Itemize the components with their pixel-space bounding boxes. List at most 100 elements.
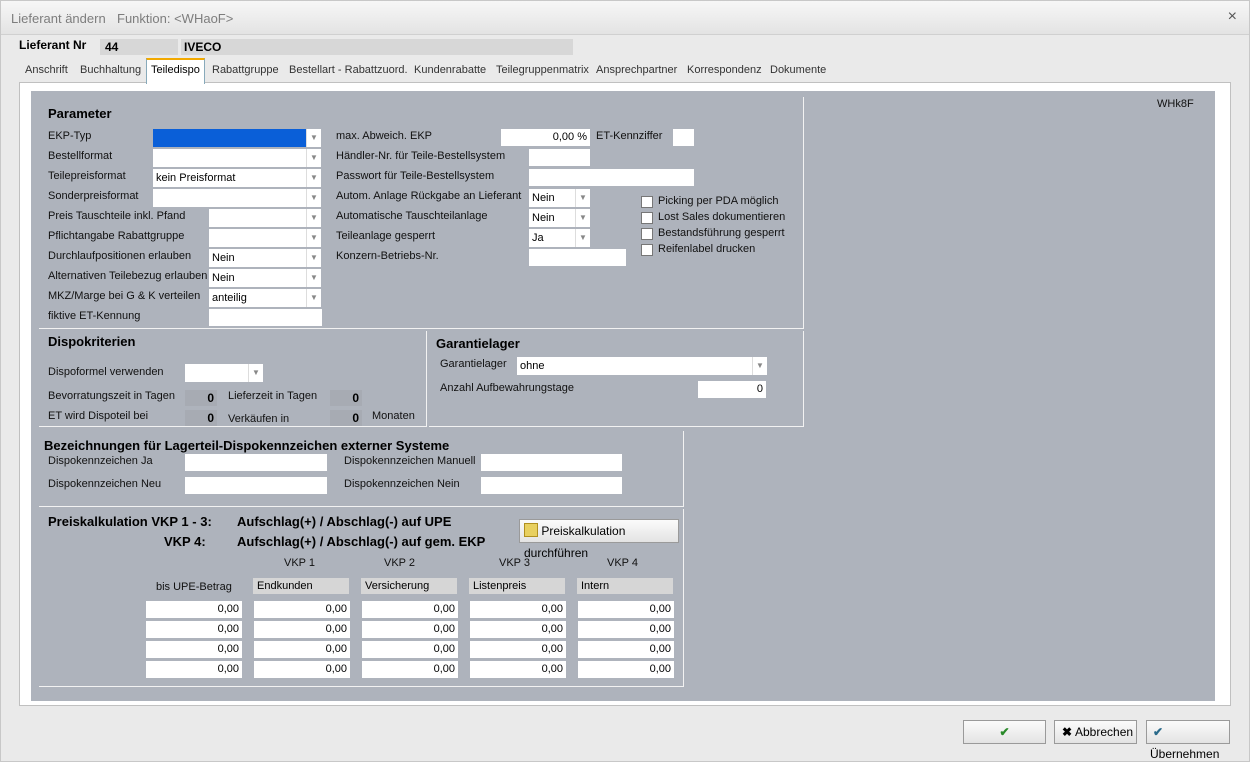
dispo-neu-label: Dispokennzeichen Neu <box>48 478 162 490</box>
garantie-title: Garantielager <box>436 336 520 351</box>
parameter-title: Parameter <box>48 106 112 121</box>
chevron-down-icon[interactable]: ▼ <box>575 189 590 207</box>
preis-cell[interactable]: 0,00 <box>254 621 350 638</box>
preis-cell[interactable]: 0,00 <box>362 661 458 678</box>
chevron-down-icon[interactable]: ▼ <box>248 364 263 382</box>
konzern-input[interactable] <box>529 249 626 266</box>
endkunden-header: Endkunden <box>253 578 349 594</box>
cancel-button[interactable]: ✖ Abbrechen <box>1054 720 1137 744</box>
chevron-down-icon[interactable]: ▼ <box>306 129 321 147</box>
tab-bar: Anschrift Buchhaltung Teiledispo Rabattg… <box>19 58 1229 84</box>
autom-anlage-select[interactable]: Nein ▼ <box>529 189 590 207</box>
tab-dokumente[interactable]: Dokumente <box>766 62 830 82</box>
preis-title-1: Preiskalkulation VKP 1 - 3: <box>48 514 212 529</box>
teileanlage-gesperrt-select[interactable]: Ja ▼ <box>529 229 590 247</box>
preis-cell[interactable]: 0,00 <box>254 661 350 678</box>
tab-teiledispo[interactable]: Teiledispo <box>146 58 205 84</box>
chevron-down-icon[interactable]: ▼ <box>306 149 321 167</box>
chevron-down-icon[interactable]: ▼ <box>575 229 590 247</box>
preis-cell[interactable]: 0,00 <box>578 661 674 678</box>
preis-cell[interactable]: 0,00 <box>578 621 674 638</box>
dispo-manuell-input[interactable] <box>481 454 622 471</box>
preis-cell[interactable]: 0,00 <box>146 661 242 678</box>
picking-pda-checkbox[interactable] <box>641 196 653 208</box>
preis-tauschteile-select[interactable]: ▼ <box>209 209 321 227</box>
et-dispoteil-label: ET wird Dispoteil bei <box>48 410 149 422</box>
dispo-ja-input[interactable] <box>185 454 327 471</box>
lieferzeit-value: 0 <box>330 390 362 406</box>
preis-cell[interactable]: 0,00 <box>362 601 458 618</box>
max-abweich-input[interactable]: 0,00 % <box>501 129 590 146</box>
chevron-down-icon[interactable]: ▼ <box>575 209 590 227</box>
ekp-typ-select[interactable]: ▼ <box>153 129 321 147</box>
preis-cell[interactable]: 0,00 <box>146 621 242 638</box>
preis-cell[interactable]: 0,00 <box>254 601 350 618</box>
dispoformel-select[interactable]: ▼ <box>185 364 263 382</box>
tab-rabattgruppe[interactable]: Rabattgruppe <box>208 62 283 82</box>
teilepreisformat-select[interactable]: kein Preisformat ▼ <box>153 169 321 187</box>
lost-sales-checkbox[interactable] <box>641 212 653 224</box>
tauschteil-select[interactable]: Nein ▼ <box>529 209 590 227</box>
preis-cell[interactable]: 0,00 <box>470 601 566 618</box>
pflichtangabe-select[interactable]: ▼ <box>209 229 321 247</box>
apply-button[interactable]: ✔Übernehmen <box>1146 720 1230 761</box>
chevron-down-icon[interactable]: ▼ <box>306 189 321 207</box>
preis-cell[interactable]: 0,00 <box>470 621 566 638</box>
tab-ansprechpartner[interactable]: Ansprechpartner <box>592 62 681 82</box>
chevron-down-icon[interactable]: ▼ <box>752 357 767 375</box>
chevron-down-icon[interactable]: ▼ <box>306 229 321 247</box>
durchlauf-select[interactable]: Nein ▼ <box>209 249 321 267</box>
passwort-input[interactable] <box>529 169 694 186</box>
chevron-down-icon[interactable]: ▼ <box>306 289 321 307</box>
alternativen-label: Alternativen Teilebezug erlauben <box>48 270 208 282</box>
ekp-typ-label: EKP-Typ <box>48 130 92 142</box>
mkz-marge-select[interactable]: anteilig ▼ <box>209 289 321 307</box>
max-abweich-label: max. Abweich. EKP <box>336 130 432 142</box>
tab-korrespondenz[interactable]: Korrespondenz <box>683 62 766 82</box>
preis-cell[interactable]: 0,00 <box>470 641 566 658</box>
garantielager-label: Garantielager <box>440 358 507 370</box>
lieferzeit-label: Lieferzeit in Tagen <box>228 390 318 402</box>
sonderpreisformat-select[interactable]: ▼ <box>153 189 321 207</box>
tab-buchhaltung[interactable]: Buchhaltung <box>76 62 145 82</box>
garantielager-select[interactable]: ohne ▼ <box>517 357 767 375</box>
tab-teilegruppenmatrix[interactable]: Teilegruppenmatrix <box>492 62 593 82</box>
reifenlabel-label: Reifenlabel drucken <box>658 243 756 255</box>
bestandsfuehrung-label: Bestandsführung gesperrt <box>658 227 785 239</box>
window-title: Lieferant ändern <box>11 11 106 26</box>
alternativen-select[interactable]: Nein ▼ <box>209 269 321 287</box>
chevron-down-icon[interactable]: ▼ <box>306 169 321 187</box>
aufbewahrung-input[interactable]: 0 <box>698 381 766 398</box>
preis-cell[interactable]: 0,00 <box>362 621 458 638</box>
fiktive-et-input[interactable] <box>209 309 322 326</box>
dispo-nein-input[interactable] <box>481 477 622 494</box>
dialog-window: Lieferant ändern Funktion: <WHaoF> × Lie… <box>0 0 1250 762</box>
chevron-down-icon[interactable]: ▼ <box>306 249 321 267</box>
reifenlabel-checkbox[interactable] <box>641 244 653 256</box>
picking-pda-label: Picking per PDA möglich <box>658 195 779 207</box>
tab-bestellart-rabattzuord[interactable]: Bestellart - Rabattzuord. <box>285 62 412 82</box>
haendler-nr-input[interactable] <box>529 149 590 166</box>
tab-anschrift[interactable]: Anschrift <box>21 62 72 82</box>
et-kennziffer-input[interactable] <box>673 129 694 146</box>
sonderpreisformat-label: Sonderpreisformat <box>48 190 139 202</box>
chevron-down-icon[interactable]: ▼ <box>306 269 321 287</box>
preis-cell[interactable]: 0,00 <box>146 601 242 618</box>
close-icon[interactable]: × <box>1228 8 1237 26</box>
vkp1-head: VKP 1 <box>284 557 315 569</box>
preis-cell[interactable]: 0,00 <box>578 601 674 618</box>
preis-cell[interactable]: 0,00 <box>254 641 350 658</box>
ok-button[interactable]: ✔ <box>963 720 1046 744</box>
bestandsfuehrung-checkbox[interactable] <box>641 228 653 240</box>
bestellformat-select[interactable]: ▼ <box>153 149 321 167</box>
preis-cell[interactable]: 0,00 <box>578 641 674 658</box>
preis-cell[interactable]: 0,00 <box>362 641 458 658</box>
listenpreis-header: Listenpreis <box>469 578 565 594</box>
dispo-neu-input[interactable] <box>185 477 327 494</box>
preis-tauschteile-label: Preis Tauschteile inkl. Pfand <box>48 210 186 222</box>
preiskalkulation-button[interactable]: Preiskalkulation durchführen <box>519 519 679 560</box>
chevron-down-icon[interactable]: ▼ <box>306 209 321 227</box>
preis-cell[interactable]: 0,00 <box>470 661 566 678</box>
tab-kundenrabatte[interactable]: Kundenrabatte <box>410 62 490 82</box>
preis-cell[interactable]: 0,00 <box>146 641 242 658</box>
